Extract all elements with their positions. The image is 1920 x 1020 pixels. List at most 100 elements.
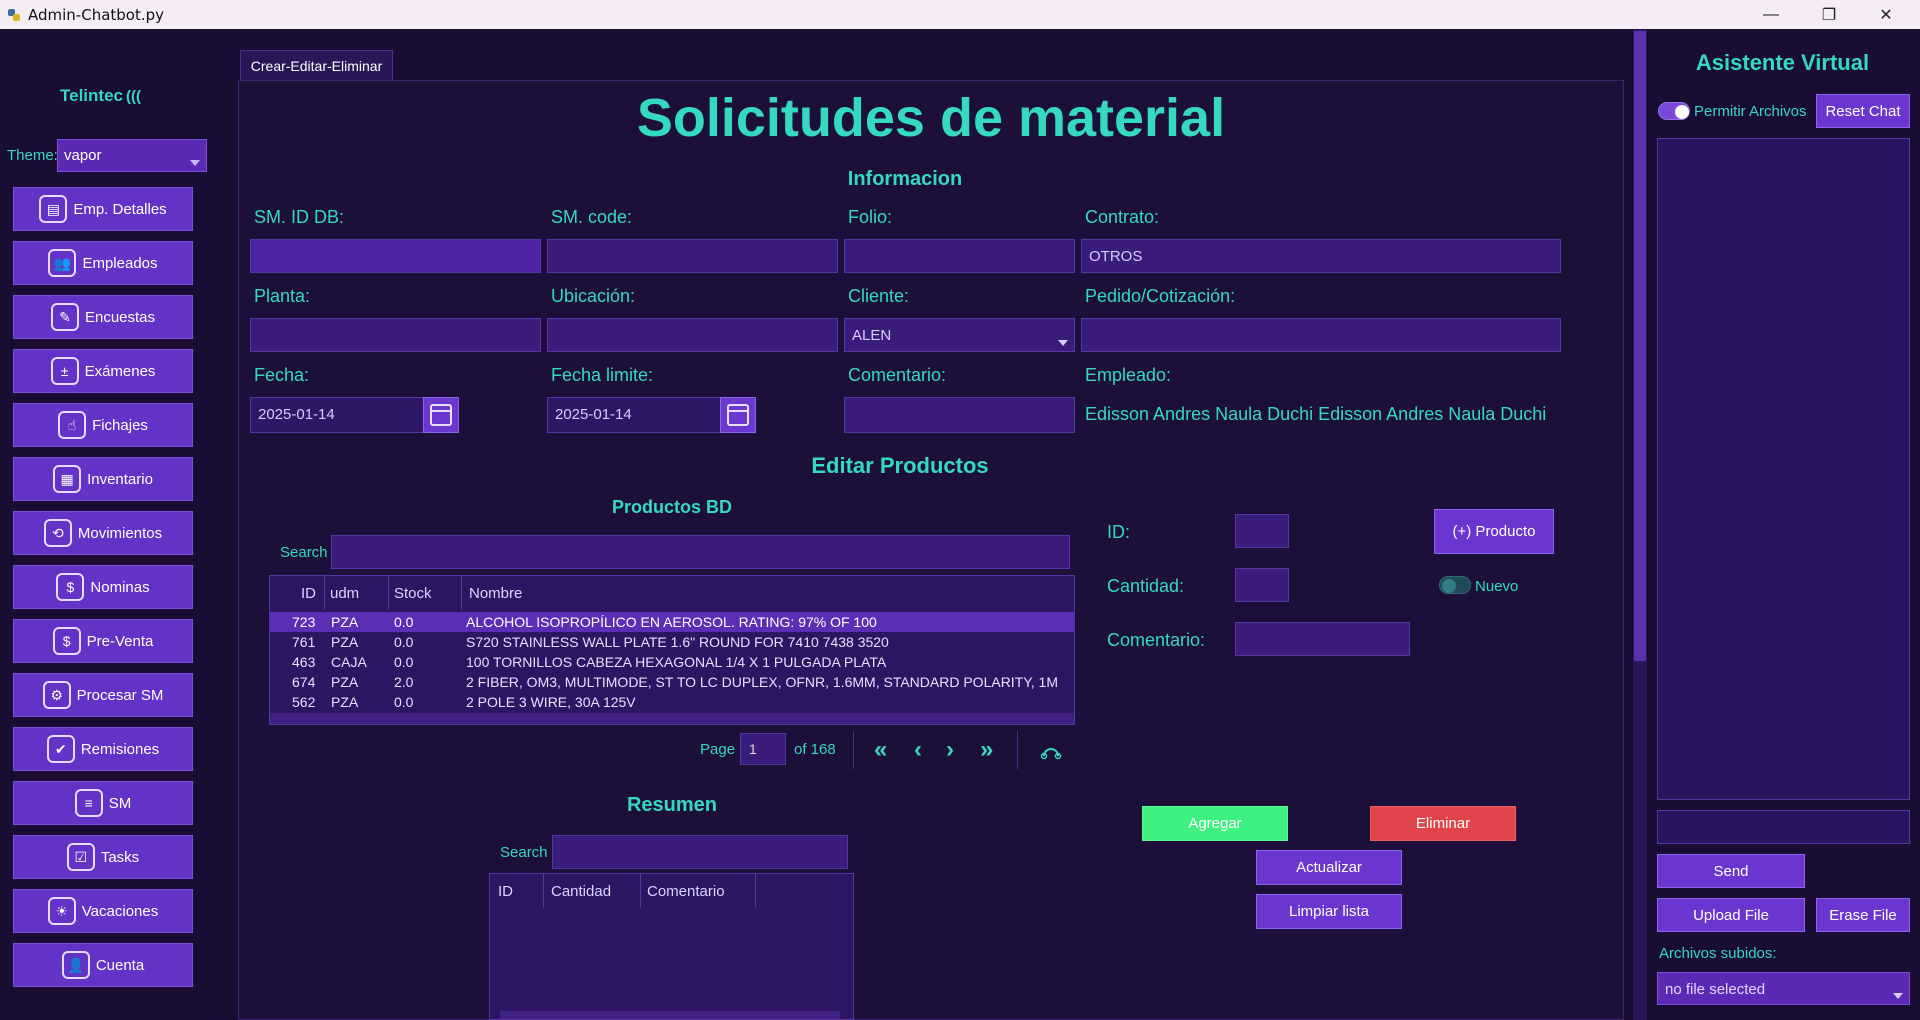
horizontal-scrollbar[interactable] (270, 713, 1074, 724)
table-row[interactable]: 674 PZA 2.0 2 FIBER, OM3, MULTIMODE, ST TO … (270, 672, 1074, 692)
erase-file-button[interactable]: Erase File (1816, 898, 1910, 932)
table-row[interactable]: 723 PZA 0.0 ALCOHOL ISOPROPÍLICO EN AEROSOL… (270, 612, 1074, 632)
summary-col-comentario[interactable]: Comentario (641, 874, 756, 908)
comentario-field[interactable] (844, 397, 1075, 433)
table-cell: S720 STAINLESS WALL PLATE 1.6" ROUND FOR… (466, 634, 889, 650)
col-id[interactable]: ID (270, 576, 325, 610)
agregar-button[interactable]: Agregar (1142, 806, 1288, 841)
first-page-button[interactable]: « (874, 736, 887, 764)
sidebar-item-encuestas[interactable]: ✎ Encuestas (13, 295, 193, 339)
sm-code-field[interactable] (547, 239, 838, 273)
table-cell: 100 TORNILLOS CABEZA HEXAGONAL 1/4 X 1 P… (466, 654, 887, 670)
fecha-limite-label: Fecha limite: (551, 365, 654, 385)
sidebar-item-emp-detalles[interactable]: ▤ Emp. Detalles (13, 187, 193, 231)
theme-select[interactable]: vapor (57, 139, 207, 172)
calendar-icon (430, 404, 452, 426)
sidebar-item-label: Exámenes (84, 362, 156, 380)
product-id-input[interactable] (1235, 514, 1289, 548)
theme-label: Theme: (7, 147, 58, 164)
products-search-input[interactable] (331, 535, 1070, 569)
actualizar-button[interactable]: Actualizar (1256, 850, 1402, 885)
col-stock[interactable]: Stock (389, 576, 462, 610)
main-vertical-scrollbar[interactable] (1633, 29, 1647, 1020)
fecha-calendar-button[interactable] (423, 397, 459, 433)
sidebar-item-vacaciones[interactable]: ☀ Vacaciones (13, 889, 193, 933)
sidebar-item-ex-menes[interactable]: ± Exámenes (13, 349, 193, 393)
sidebar-item-procesar-sm[interactable]: ⚙ Procesar SM (13, 673, 193, 717)
toggle-knob (1442, 579, 1456, 593)
upload-file-button[interactable]: Upload File (1657, 898, 1805, 932)
table-cell: PZA (331, 674, 359, 690)
wifi-waves-icon: ((( (125, 87, 141, 105)
sidebar-item-fichajes[interactable]: ☝ Fichajes (13, 403, 193, 447)
table-row[interactable]: 761 PZA 0.0 S720 STAINLESS WALL PLATE 1.6"… (270, 632, 1074, 652)
permitir-archivos-toggle[interactable] (1658, 102, 1690, 120)
contrato-label: Contrato: (1085, 207, 1160, 227)
summary-col-cantidad[interactable]: Cantidad (544, 874, 641, 908)
page-title: Solicitudes de material (636, 88, 1226, 148)
summary-table-header: ID Cantidad Comentario (490, 874, 853, 908)
table-row[interactable]: 463 CAJA 0.0 100 TORNILLOS CABEZA HEXAGONAL… (270, 652, 1074, 672)
contrato-field[interactable]: OTROS (1081, 239, 1561, 273)
fecha-limite-calendar-button[interactable] (720, 397, 756, 433)
restore-button[interactable]: ❐ (1801, 0, 1857, 29)
sidebar-item-label: Movimientos (77, 524, 163, 542)
sidebar-item-inventario[interactable]: ▦ Inventario (13, 457, 193, 501)
prev-page-button[interactable]: ‹ (914, 736, 922, 764)
planta-field[interactable] (250, 318, 541, 352)
sidebar-item-empleados[interactable]: 👥 Empleados (13, 241, 193, 285)
sidebar-item-pre-venta[interactable]: $ Pre-Venta (13, 619, 193, 663)
nuevo-toggle[interactable] (1439, 576, 1471, 594)
next-page-button[interactable]: › (946, 736, 954, 764)
minimize-button[interactable]: — (1743, 0, 1799, 29)
table-cell: PZA (331, 634, 359, 650)
process-icon: ⚙ (42, 681, 71, 709)
table-row[interactable]: 562 PZA 0.0 2 POLE 3 WIRE, 30A 125V (270, 692, 1074, 712)
ubicacion-field[interactable] (547, 318, 838, 352)
last-page-button[interactable]: » (980, 736, 993, 764)
sidebar-item-nominas[interactable]: $ Nominas (13, 565, 193, 609)
add-product-button[interactable]: (+) Producto (1434, 509, 1554, 554)
send-button[interactable]: Send (1657, 854, 1805, 888)
files-select[interactable]: no file selected (1657, 972, 1910, 1005)
summary-table: ID Cantidad Comentario (489, 873, 854, 1020)
nuevo-label: Nuevo (1475, 578, 1519, 595)
eliminar-button[interactable]: Eliminar (1370, 806, 1516, 841)
empleado-label: Empleado: (1085, 365, 1172, 385)
limpiar-lista-button[interactable]: Limpiar lista (1256, 894, 1402, 929)
sm-id-field[interactable] (250, 239, 541, 273)
summary-title: Resumen (626, 794, 718, 816)
sidebar-item-label: Pre-Venta (86, 632, 154, 650)
table-cell: 0.0 (394, 634, 414, 650)
sidebar-item-movimientos[interactable]: ⟲ Movimientos (13, 511, 193, 555)
pager-divider (1017, 731, 1018, 769)
tab-crear-editar-eliminar[interactable]: Crear-Editar-Eliminar (240, 50, 393, 81)
reset-chat-button[interactable]: Reset Chat (1816, 94, 1910, 128)
cliente-select[interactable]: ALEN (844, 318, 1075, 352)
sidebar-item-label: Emp. Detalles (73, 200, 167, 218)
col-udm[interactable]: udm (325, 576, 389, 610)
sidebar-item-cuenta[interactable]: 👤 Cuenta (13, 943, 193, 987)
scrollbar-thumb[interactable] (1634, 31, 1646, 661)
pedido-field[interactable] (1081, 318, 1561, 352)
page-input[interactable]: 1 (740, 733, 786, 765)
fecha-field[interactable]: 2025-01-14 (250, 397, 426, 433)
table-cell: 0.0 (394, 694, 414, 710)
cantidad-input[interactable] (1235, 568, 1289, 602)
close-button[interactable]: ✕ (1858, 0, 1914, 29)
sidebar-item-label: Empleados (82, 254, 158, 272)
sidebar-item-sm[interactable]: ≡ SM (13, 781, 193, 825)
col-nombre[interactable]: Nombre (462, 576, 1074, 610)
horizontal-scrollbar[interactable] (500, 1011, 840, 1019)
form-comentario-label: Comentario: (1107, 630, 1206, 650)
fecha-limite-field[interactable]: 2025-01-14 (547, 397, 723, 433)
sidebar-item-tasks[interactable]: ☑ Tasks (13, 835, 193, 879)
summary-col-id[interactable]: ID (490, 874, 544, 908)
summary-search-input[interactable] (552, 835, 848, 869)
refresh-icon[interactable] (1040, 742, 1062, 760)
sidebar-item-remisiones[interactable]: ✔ Remisiones (13, 727, 193, 771)
folio-field[interactable] (844, 239, 1075, 273)
toggle-knob (1675, 105, 1689, 119)
form-comentario-input[interactable] (1235, 622, 1410, 656)
chat-input[interactable] (1657, 810, 1910, 844)
